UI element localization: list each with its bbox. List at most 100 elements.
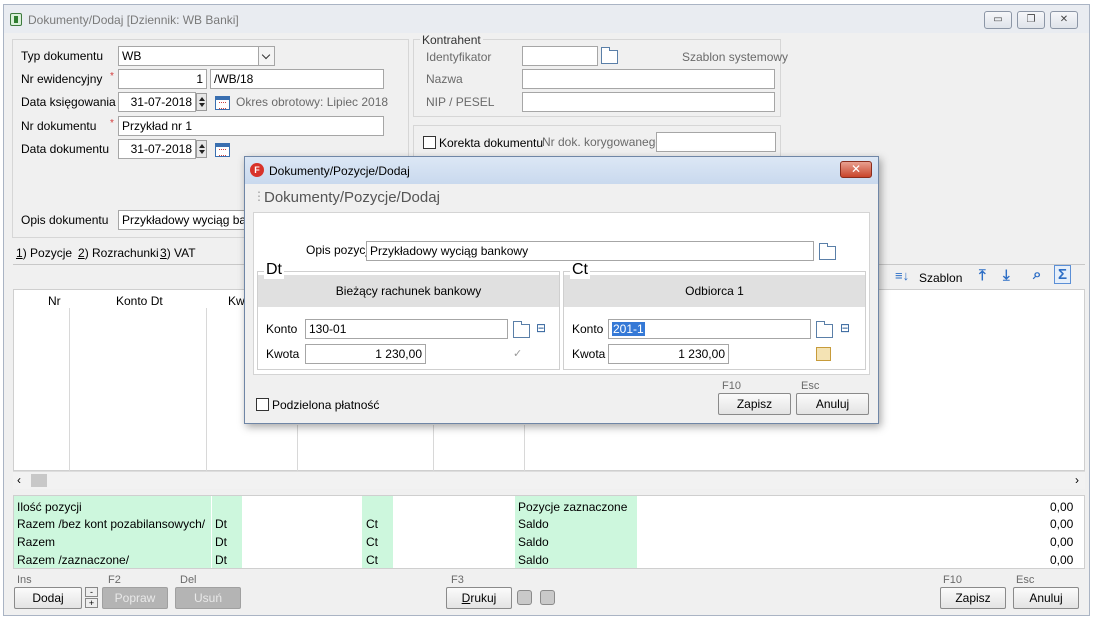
esc-key: Esc [1016, 574, 1035, 586]
summary-row-label: Ilość pozycji [17, 500, 82, 514]
okres-obrotowy: Okres obrotowy: Lipiec 2018 [236, 95, 389, 109]
folder-icon[interactable] [816, 321, 833, 338]
identyfikator-input[interactable] [522, 46, 598, 66]
summary-row-ct: Ct [366, 517, 378, 531]
nip-input[interactable] [522, 92, 775, 112]
data-dokumentu-input[interactable]: 31-07-2018 [118, 139, 196, 159]
dialog-close-button[interactable]: ✕ [840, 161, 872, 178]
tab-hotkey: 2 [78, 246, 85, 260]
calculate-icon[interactable]: ✓ [513, 347, 522, 360]
summary-row-label: Razem [17, 535, 56, 549]
kontrahent-title: Kontrahent [420, 33, 483, 47]
drukuj-button[interactable]: Drukuj [446, 587, 512, 609]
esc-key: Esc [801, 380, 820, 392]
print-pdf-icon[interactable] [517, 590, 532, 605]
tab-label: ) Pozycje [22, 246, 73, 260]
window-title: Dokumenty/Dodaj [Dziennik: WB Banki] [28, 13, 239, 27]
dialog-anuluj-button[interactable]: Anuluj [796, 393, 869, 415]
dt-panel-head: Bieżący rachunek bankowy [258, 275, 559, 307]
nr-ewidencyjny-input[interactable]: 1 [118, 69, 207, 89]
col-nr: Nr [48, 294, 61, 308]
szablon-button[interactable]: Szablon [919, 271, 962, 285]
tab-bar: 1) Pozycje 2) Rozrachunki 3) VAT [16, 246, 216, 264]
plus-icon[interactable]: + [85, 598, 98, 608]
nr-korygowanego-label: Nr dok. korygowanego [542, 135, 663, 149]
nr-ew-label: Nr ewidencyjny [21, 72, 103, 86]
folder-icon[interactable] [513, 321, 530, 338]
drukuj-label: rukuj [470, 591, 497, 605]
folder-icon[interactable] [819, 243, 836, 260]
account-tree-icon[interactable]: ⊟ [840, 321, 850, 335]
calendar-icon[interactable] [215, 96, 230, 110]
nazwa-input[interactable] [522, 69, 775, 89]
nr-ewidencyjny-suffix[interactable]: /WB/18 [210, 69, 384, 89]
ct-konto-input[interactable]: 201-1 [608, 319, 811, 339]
date-spinner[interactable] [196, 93, 207, 111]
tab-hotkey: 3 [160, 246, 167, 260]
scroll-thumb[interactable] [31, 474, 47, 487]
summary-row-dt: Dt [215, 535, 227, 549]
opis-pozycji-input[interactable]: Przykładowy wyciąg bankowy [366, 241, 814, 261]
date-spinner[interactable] [196, 140, 207, 158]
search-icon[interactable]: ⌕ [1033, 266, 1041, 283]
dodaj-button[interactable]: Dodaj [14, 587, 82, 609]
summary-row-ct: Ct [366, 535, 378, 549]
dt-title: Dt [264, 261, 284, 279]
korekta-label: Korekta dokumentu [439, 136, 544, 150]
add-mode-stepper[interactable]: - + [85, 587, 98, 609]
korekta-checkbox[interactable] [423, 136, 436, 149]
tab-hotkey: 1 [16, 246, 23, 260]
nr-korygowanego-input[interactable] [656, 132, 776, 152]
arrow-bottom-icon[interactable]: ⤓ [1003, 267, 1010, 284]
calendar-icon[interactable] [215, 143, 230, 157]
sum-icon[interactable]: Σ [1054, 265, 1072, 284]
grid-line [69, 308, 70, 471]
minus-icon[interactable]: - [85, 587, 98, 597]
zapisz-button[interactable]: Zapisz [940, 587, 1006, 609]
data-ksiegowania-input[interactable]: 31-07-2018 [118, 92, 196, 112]
scroll-right-icon[interactable]: › [1075, 473, 1079, 487]
restore-button[interactable]: ❐ [1017, 11, 1045, 29]
grid-line [297, 425, 298, 471]
opis-pozycji-label: Opis pozycji [306, 243, 371, 257]
dialog-titlebar: F Dokumenty/Pozycje/Dodaj ✕ [245, 157, 878, 184]
data-dok-label: Data dokumentu [21, 142, 110, 156]
amount-calc-icon[interactable] [816, 347, 831, 361]
f10-key: F10 [943, 574, 962, 586]
ct-kwota-input[interactable]: 1 230,00 [608, 344, 729, 364]
account-tree-icon[interactable]: ⊟ [536, 321, 546, 335]
print-xml-icon[interactable] [540, 590, 555, 605]
ct-kwota-label: Kwota [572, 347, 606, 361]
col-konto-dt: Konto Dt [116, 294, 163, 308]
summary-row-ct: Ct [366, 553, 378, 567]
dt-konto-input[interactable]: 130-01 [305, 319, 508, 339]
tab-rozrachunki[interactable]: 2) Rozrachunki [78, 246, 159, 260]
tab-pozycje[interactable]: 1) Pozycje [16, 246, 72, 260]
typ-dokumentu-select[interactable]: WB [118, 46, 275, 66]
required-marker: * [110, 71, 114, 82]
chevron-down-icon[interactable] [258, 47, 274, 65]
summary-row-value: 0,00 [1050, 500, 1074, 514]
tab-label: ) Rozrachunki [84, 246, 159, 260]
nr-dok-label: Nr dokumentu [21, 119, 97, 133]
popraw-button[interactable]: Popraw [102, 587, 168, 609]
arrow-top-icon[interactable]: ⤒ [979, 267, 986, 284]
minimize-button[interactable]: ▭ [984, 11, 1012, 29]
folder-icon[interactable] [601, 47, 618, 64]
nip-label: NIP / PESEL [426, 95, 495, 109]
tab-vat[interactable]: 3) VAT [160, 246, 196, 260]
close-button[interactable]: ✕ [1050, 11, 1078, 29]
summary-row-right: Pozycje zaznaczone [518, 500, 628, 514]
dt-kwota-input[interactable]: 1 230,00 [305, 344, 426, 364]
summary-row-value: 0,00 [1050, 517, 1074, 531]
summary-row-label: Razem /zaznaczone/ [17, 553, 130, 567]
anuluj-button[interactable]: Anuluj [1013, 587, 1079, 609]
scroll-left-icon[interactable]: ‹ [17, 473, 21, 487]
dialog-zapisz-button[interactable]: Zapisz [718, 393, 791, 415]
usun-button[interactable]: Usuń [175, 587, 241, 609]
template-icon[interactable]: ≡↓ [895, 268, 909, 283]
nr-dokumentu-input[interactable]: Przykład nr 1 [118, 116, 384, 136]
data-ks-label: Data księgowania [21, 95, 116, 109]
horizontal-scrollbar[interactable]: ‹ › [13, 471, 1085, 489]
podzielona-checkbox[interactable] [256, 398, 269, 411]
